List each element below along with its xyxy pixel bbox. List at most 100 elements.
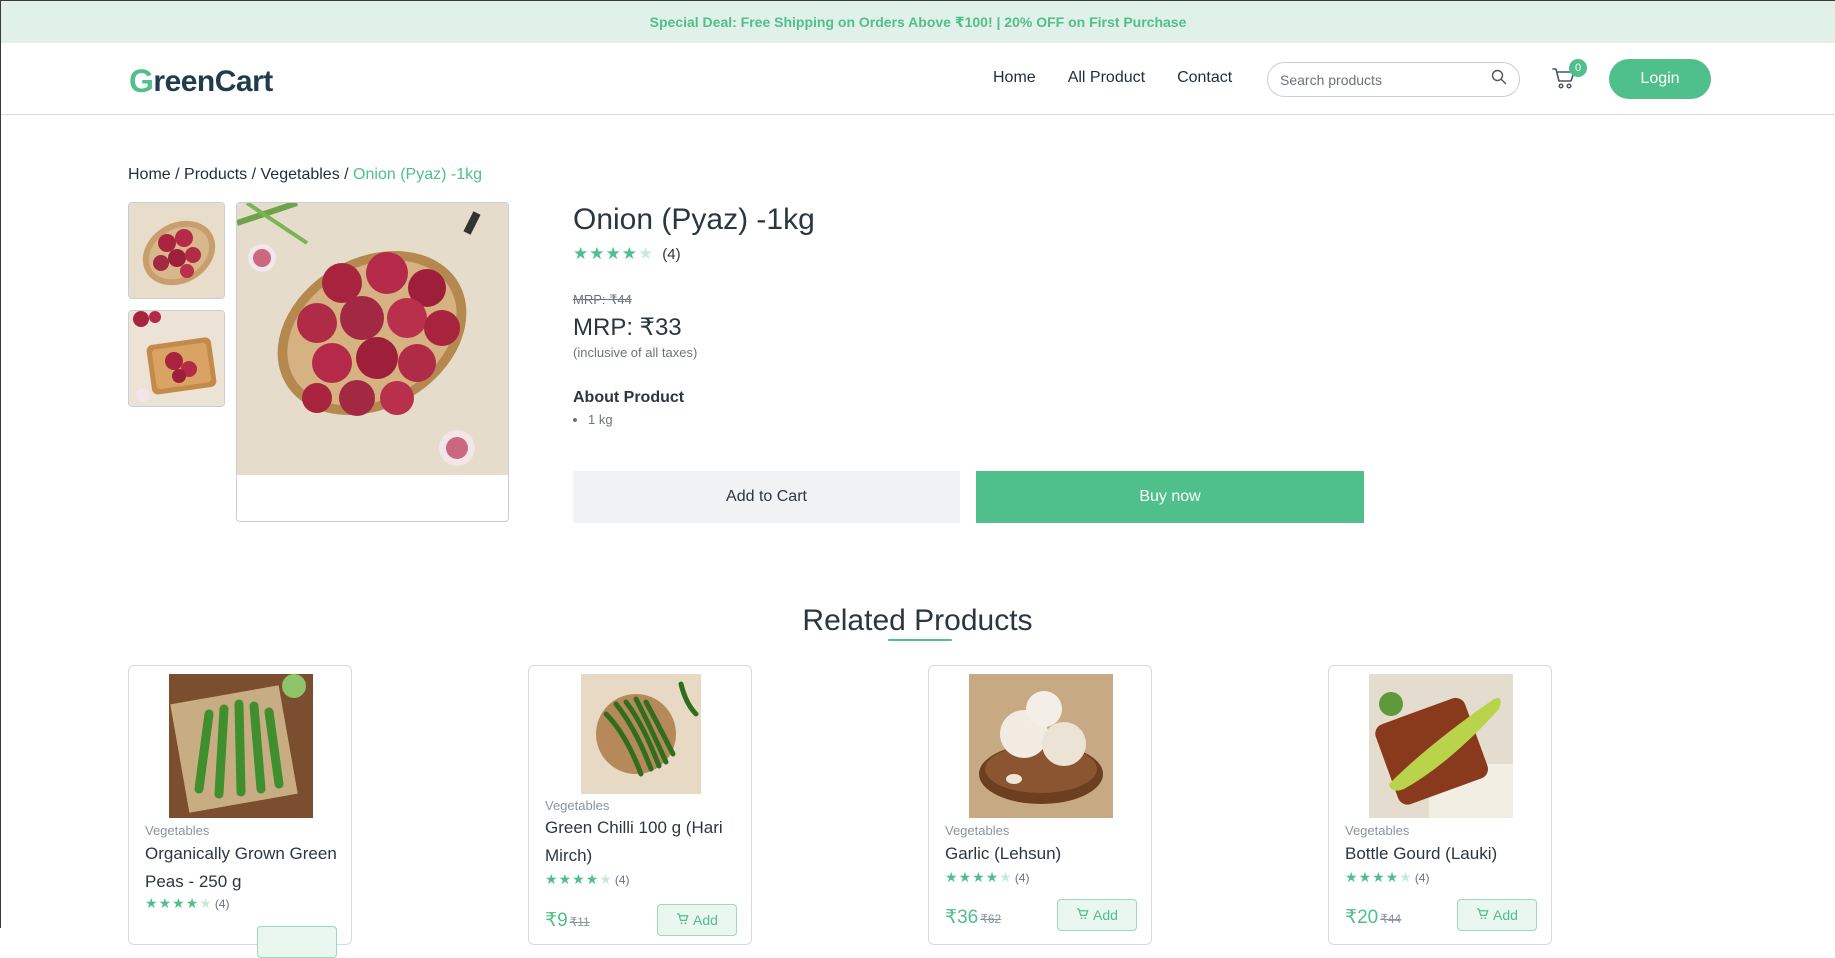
add-button-label: Add [1093, 907, 1118, 923]
add-button[interactable]: Add [1057, 899, 1137, 931]
star-filled-icon: ★ [972, 869, 985, 885]
product-card-category: Vegetables [145, 823, 210, 838]
cart-count-badge: 0 [1569, 59, 1587, 77]
green-peas-image [169, 674, 313, 818]
garlic-image [969, 674, 1113, 818]
search-box [1267, 62, 1520, 97]
breadcrumb-separator: / [247, 166, 261, 183]
product-card-rating: ★ ★ ★ ★ ★ (4) [545, 871, 629, 888]
nav-contact[interactable]: Contact [1177, 69, 1232, 87]
product-rating: ★ ★ ★ ★ ★ (4) [573, 244, 681, 264]
product-card-rating: ★ ★ ★ ★ ★ (4) [145, 895, 229, 912]
star-filled-icon: ★ [1385, 869, 1399, 885]
product-card[interactable]: Vegetables Bottle Gourd (Lauki) ★ ★ ★ ★ ★ (4… [1328, 665, 1552, 945]
product-thumbnail[interactable] [128, 202, 225, 299]
logo-text: reenCart [153, 64, 273, 98]
star-filled-icon: ★ [1345, 869, 1358, 885]
cart-button[interactable]: 0 [1551, 59, 1587, 95]
product-card-name[interactable]: Organically Grown Green Peas - 250 g [145, 840, 345, 896]
product-card-image[interactable] [1369, 674, 1513, 818]
product-card[interactable]: Vegetables Garlic (Lehsun) ★ ★ ★ ★ ★ (4) ₹36… [928, 665, 1152, 945]
onion-tray-thumb-image [129, 311, 224, 406]
cart-icon [1551, 68, 1577, 95]
related-products-heading: Related Products [802, 604, 1033, 637]
star-filled-icon: ★ [572, 871, 585, 887]
product-card-current-price: ₹36 [945, 907, 979, 928]
product-card-rating-count: (4) [614, 872, 630, 887]
star-empty-icon: ★ [638, 244, 654, 263]
star-filled-icon: ★ [945, 869, 958, 885]
about-product-list: 1 kg [588, 412, 613, 427]
star-filled-icon: ★ [1358, 869, 1372, 885]
product-card[interactable]: Vegetables Green Chilli 100 g (Hari Mirc… [528, 665, 752, 945]
product-card-current-price: ₹20 [1345, 907, 1379, 928]
product-card-old-price: ₹44 [1380, 912, 1402, 926]
greencart-logo[interactable]: GreenCart [129, 63, 273, 100]
star-filled-icon: ★ [589, 244, 605, 263]
navbar: GreenCart Home All Product Contact 0 Log… [1, 43, 1835, 115]
buy-now-button[interactable]: Buy now [976, 471, 1364, 523]
add-button[interactable] [257, 926, 337, 958]
heading-underline [888, 639, 952, 641]
breadcrumb-separator: / [339, 166, 354, 183]
add-button-label: Add [1493, 907, 1518, 923]
star-filled-icon: ★ [185, 895, 199, 911]
breadcrumb-products[interactable]: Products [184, 166, 247, 183]
product-card-image[interactable] [581, 674, 701, 794]
add-button-label: Add [693, 912, 718, 928]
search-input[interactable] [1280, 71, 1491, 88]
tax-note: (inclusive of all taxes) [573, 345, 698, 360]
onion-basket-main-image [237, 203, 508, 475]
login-button[interactable]: Login [1609, 59, 1711, 99]
product-card-category: Vegetables [945, 823, 1010, 838]
star-filled-icon: ★ [573, 244, 589, 263]
nav-home[interactable]: Home [993, 69, 1036, 87]
product-card-name[interactable]: Garlic (Lehsun) [945, 840, 1145, 868]
star-filled-icon: ★ [621, 244, 637, 263]
nav-all-product[interactable]: All Product [1068, 69, 1145, 87]
breadcrumb-vegetables[interactable]: Vegetables [261, 166, 340, 183]
star-empty-icon: ★ [599, 871, 612, 887]
product-main-image[interactable] [236, 202, 509, 522]
product-card-price: ₹20 ₹44 [1345, 906, 1401, 929]
product-card-old-price: ₹62 [980, 912, 1002, 926]
promo-banner-text: Special Deal: Free Shipping on Orders Ab… [649, 13, 1187, 30]
star-empty-icon: ★ [999, 869, 1012, 885]
product-card-name[interactable]: Green Chilli 100 g (Hari Mirch) [545, 814, 745, 870]
product-card-price: ₹9 ₹11 [545, 909, 590, 932]
product-card[interactable]: Vegetables Organically Grown Green Peas … [128, 665, 352, 958]
promo-banner: Special Deal: Free Shipping on Orders Ab… [1, 1, 1835, 43]
search-icon[interactable] [1491, 69, 1507, 90]
add-button[interactable]: Add [1457, 899, 1537, 931]
add-to-cart-button[interactable]: Add to Cart [573, 471, 960, 523]
star-filled-icon: ★ [558, 871, 572, 887]
bottle-gourd-image [1369, 674, 1513, 818]
product-card-image[interactable] [969, 674, 1113, 818]
original-price: MRP: ₹44 [573, 292, 632, 307]
star-filled-icon: ★ [585, 871, 599, 887]
product-card-category: Vegetables [545, 798, 610, 813]
cart-icon [676, 912, 689, 928]
breadcrumb-current: Onion (Pyaz) -1kg [353, 166, 482, 183]
product-card-name[interactable]: Bottle Gourd (Lauki) [1345, 840, 1545, 868]
product-card-rating-count: (4) [1414, 870, 1430, 885]
star-filled-icon: ★ [145, 895, 158, 911]
product-card-category: Vegetables [1345, 823, 1410, 838]
star-empty-icon: ★ [199, 895, 212, 911]
logo-g: G [129, 63, 154, 99]
product-card-price: ₹36 ₹62 [945, 906, 1001, 929]
breadcrumb-home[interactable]: Home [128, 166, 171, 183]
product-thumbnail[interactable] [128, 310, 225, 407]
cart-icon [1076, 907, 1089, 923]
product-card-image[interactable] [169, 674, 313, 818]
breadcrumb-separator: / [170, 166, 185, 183]
star-empty-icon: ★ [1399, 869, 1412, 885]
star-filled-icon: ★ [158, 895, 172, 911]
star-filled-icon: ★ [605, 244, 621, 263]
product-card-rating: ★ ★ ★ ★ ★ (4) [1345, 869, 1429, 886]
star-filled-icon: ★ [958, 869, 972, 885]
onion-basket-thumb-image [129, 203, 224, 298]
product-title: Onion (Pyaz) -1kg [573, 203, 815, 236]
add-button[interactable]: Add [657, 904, 737, 936]
star-filled-icon: ★ [545, 871, 558, 887]
